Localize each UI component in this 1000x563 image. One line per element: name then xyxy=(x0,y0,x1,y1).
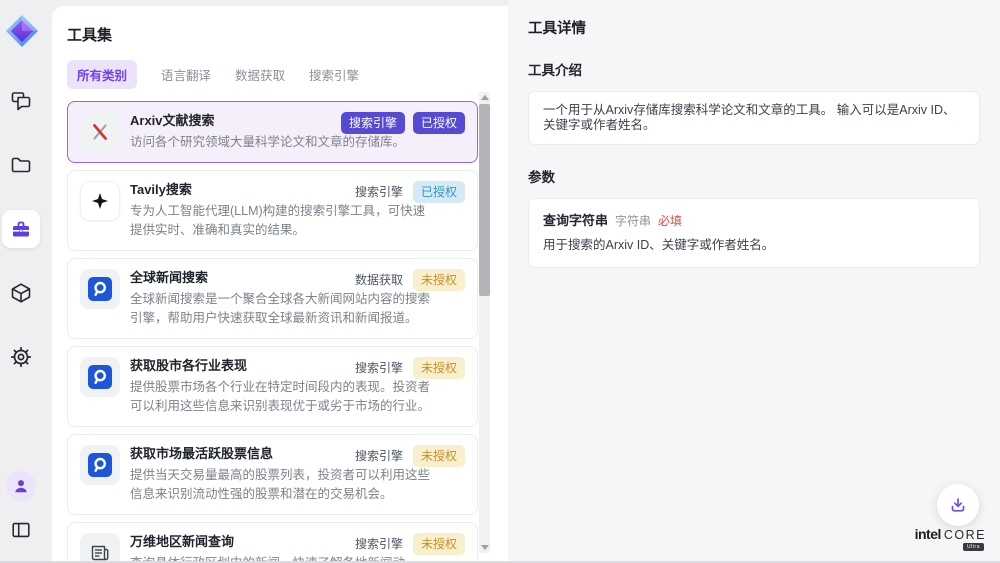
scrollbar-up-arrow[interactable] xyxy=(481,95,489,100)
tool-description: 专为人工智能代理(LLM)构建的搜索引擎工具，可快速提供实时、准确和真实的结果。 xyxy=(130,202,432,240)
auth-status-badge: 未授权 xyxy=(413,357,465,379)
tool-card-active-stocks[interactable]: 获取市场最活跃股票信息 提供当天交易量最高的股票列表，投资者可以利用这些信息来识… xyxy=(67,434,478,515)
tool-card-tavily[interactable]: Tavily搜索 专为人工智能代理(LLM)构建的搜索引擎工具，可快速提供实时、… xyxy=(67,170,478,251)
tab-language-translation[interactable]: 语言翻译 xyxy=(161,65,211,84)
category-badge: 搜索引擎 xyxy=(341,112,405,134)
card-badges: 搜索引擎 已授权 xyxy=(341,112,465,134)
param-required-flag: 必填 xyxy=(658,214,682,229)
rail-bottom xyxy=(0,471,42,545)
folder-nav-icon[interactable] xyxy=(2,146,40,184)
card-badges: 搜索引擎 未授权 xyxy=(353,357,465,379)
scrollbar-down-arrow[interactable] xyxy=(481,545,489,550)
left-rail xyxy=(0,0,52,563)
tool-description: 全球新闻搜索是一个聚合全球各大新闻网站内容的搜索引擎，帮助用户快速获取全球最新资… xyxy=(130,290,432,328)
card-badges: 数据获取 未授权 xyxy=(353,269,465,291)
auth-status-badge: 未授权 xyxy=(413,445,465,467)
param-header-row: 查询字符串 字符串 必填 xyxy=(543,213,965,229)
tool-description: 提供当天交易量最高的股票列表，投资者可以利用这些信息来识别流动性强的股票和潜在的… xyxy=(130,466,432,504)
scrollbar-thumb[interactable] xyxy=(479,104,490,296)
cube-nav-icon[interactable] xyxy=(2,274,40,312)
intro-heading: 工具介绍 xyxy=(528,59,980,79)
user-avatar[interactable] xyxy=(6,471,36,501)
param-type: 字符串 xyxy=(615,214,651,229)
detail-title: 工具详情 xyxy=(528,17,980,38)
core-tier-badge: Ultra xyxy=(963,543,984,551)
list-scrollbar[interactable] xyxy=(479,92,490,553)
rail-nav xyxy=(0,82,42,376)
auth-status-badge: 已授权 xyxy=(413,112,465,134)
tool-card-sector-performance[interactable]: 获取股市各行业表现 提供股票市场各个行业在特定时间段内的表现。投资者可以利用这些… xyxy=(67,346,478,427)
tool-detail-panel: 工具详情 工具介绍 一个用于从Arxiv存储库搜索科学论文和文章的工具。 输入可… xyxy=(508,0,1000,563)
tool-card-arxiv[interactable]: Arxiv文献搜索 访问各个研究领域大量科学论文和文章的存储库。 搜索引擎 已授… xyxy=(67,101,478,163)
tool-card-list: Arxiv文献搜索 访问各个研究领域大量科学论文和文章的存储库。 搜索引擎 已授… xyxy=(67,101,478,563)
auth-status-badge: 未授权 xyxy=(413,533,465,555)
category-badge: 搜索引擎 xyxy=(353,357,405,379)
settings-gear-icon[interactable] xyxy=(2,338,40,376)
param-name: 查询字符串 xyxy=(543,213,608,228)
page-title: 工具集 xyxy=(67,24,508,45)
tool-description: 访问各个研究领域大量科学论文和文章的存储库。 xyxy=(130,133,432,152)
tool-card-global-news[interactable]: 全球新闻搜索 全球新闻搜索是一个聚合全球各大新闻网站内容的搜索引擎，帮助用户快速… xyxy=(67,258,478,339)
param-description: 用于搜索的Arxiv ID、关键字或作者姓名。 xyxy=(543,238,965,253)
tab-data-fetch[interactable]: 数据获取 xyxy=(235,65,285,84)
auth-status-badge: 已授权 xyxy=(413,181,465,203)
core-wordmark: CORE xyxy=(944,528,986,542)
newspaper-icon xyxy=(80,533,120,563)
download-button[interactable] xyxy=(937,484,979,526)
tavily-star-icon xyxy=(80,181,120,221)
tab-all-categories[interactable]: 所有类别 xyxy=(67,60,137,89)
blue-search-icon xyxy=(80,357,120,397)
tool-list-panel: 工具集 所有类别 语言翻译 数据获取 搜索引擎 Arxiv文献搜索 访问各个研究… xyxy=(52,6,508,563)
category-badge: 搜索引擎 xyxy=(353,181,405,203)
card-badges: 搜索引擎 未授权 xyxy=(353,533,465,555)
intel-wordmark: intel xyxy=(915,526,941,542)
chat-nav-icon[interactable] xyxy=(2,82,40,120)
blue-search-icon xyxy=(80,269,120,309)
intel-core-logo: intel CORE Ultra xyxy=(915,526,986,551)
arxiv-logo-icon xyxy=(80,112,120,152)
collapse-panel-icon[interactable] xyxy=(6,515,36,545)
toolbox-nav-icon[interactable] xyxy=(2,210,40,248)
params-heading: 参数 xyxy=(528,166,980,186)
blue-search-icon xyxy=(80,445,120,485)
tab-search-engine[interactable]: 搜索引擎 xyxy=(309,65,359,84)
app-logo-gem-icon xyxy=(4,13,40,49)
category-badge: 搜索引擎 xyxy=(353,533,405,555)
auth-status-badge: 未授权 xyxy=(413,269,465,291)
download-icon xyxy=(948,495,968,515)
card-badges: 搜索引擎 未授权 xyxy=(353,445,465,467)
card-badges: 搜索引擎 已授权 xyxy=(353,181,465,203)
category-badge: 搜索引擎 xyxy=(353,445,405,467)
category-tabs: 所有类别 语言翻译 数据获取 搜索引擎 xyxy=(67,60,508,89)
tool-description: 提供股票市场各个行业在特定时间段内的表现。投资者可以利用这些信息来识别表现优于或… xyxy=(130,378,432,416)
intro-box: 一个用于从Arxiv存储库搜索科学论文和文章的工具。 输入可以是Arxiv ID… xyxy=(528,91,980,145)
tool-card-regional-news[interactable]: 万维地区新闻查询 查询具体行政区划内的新闻，快速了解各地新闻动 搜索引擎 未授权 xyxy=(67,522,478,563)
param-box: 查询字符串 字符串 必填 用于搜索的Arxiv ID、关键字或作者姓名。 xyxy=(528,198,980,268)
category-badge: 数据获取 xyxy=(353,269,405,291)
